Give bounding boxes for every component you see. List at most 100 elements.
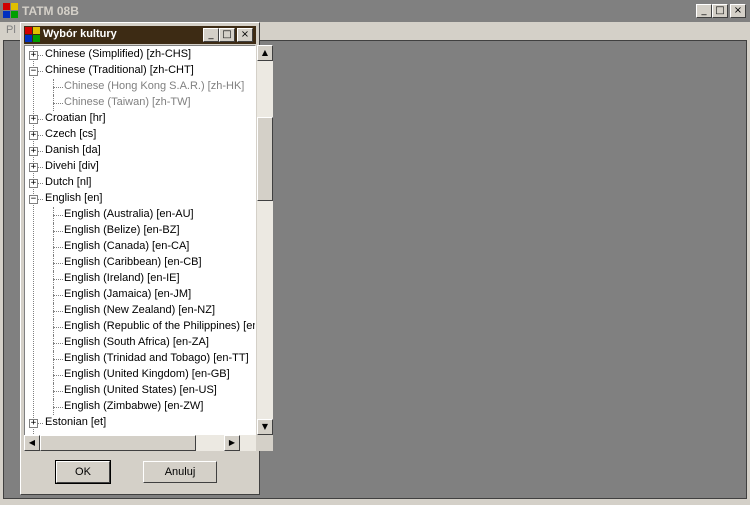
dialog-icon (25, 27, 41, 43)
tree-connector (53, 247, 63, 248)
expand-icon[interactable]: + (29, 163, 38, 172)
menu-item-first[interactable]: Pl (6, 24, 16, 36)
tree-connector (38, 135, 43, 136)
tree-item[interactable]: English (Zimbabwe) [en-ZW] (25, 399, 245, 415)
scroll-left-icon[interactable]: ◀ (24, 435, 40, 451)
tree-connector (53, 95, 54, 111)
expand-icon[interactable]: + (29, 131, 38, 140)
dialog-minimize-button[interactable]: _ (203, 28, 219, 42)
tree-item[interactable]: English (Caribbean) [en-CB] (25, 255, 245, 271)
tree-item[interactable]: + Dutch [nl] (25, 175, 245, 191)
tree-connector (53, 375, 63, 376)
tree-item[interactable]: English (United Kingdom) [en-GB] (25, 367, 245, 383)
tree-connector (53, 279, 63, 280)
tree-item-label: Estonian [et] (45, 416, 107, 428)
tree-connector (53, 103, 63, 104)
tree-item[interactable]: English (United States) [en-US] (25, 383, 245, 399)
collapse-icon[interactable]: − (29, 67, 38, 76)
tree-connector (53, 255, 54, 271)
tree-item-label: Croatian [hr] (45, 112, 106, 124)
main-window-titlebar[interactable]: TATM 08B _ □ × (0, 0, 750, 22)
expand-icon[interactable]: + (29, 51, 38, 60)
cancel-button[interactable]: Anuluj (143, 461, 217, 483)
tree-item[interactable]: English (Jamaica) [en-JM] (25, 287, 245, 303)
tree-connector (53, 87, 63, 88)
tree-connector (53, 223, 54, 239)
tree-item[interactable]: English (Australia) [en-AU] (25, 207, 245, 223)
tree-item-label: English (Zimbabwe) [en-ZW] (64, 400, 204, 412)
horizontal-scrollbar[interactable]: ◀ ▶ (24, 435, 256, 451)
tree-connector (53, 367, 54, 383)
tree-item-label: English (Ireland) [en-IE] (64, 272, 180, 284)
tree-item-label: English (Trinidad and Tobago) [en-TT] (64, 352, 249, 364)
tree-item-label: Chinese (Traditional) [zh-CHT] (45, 64, 194, 76)
tree-connector (53, 239, 54, 255)
minimize-button[interactable]: _ (696, 4, 712, 18)
scroll-up-icon[interactable]: ▲ (257, 45, 273, 61)
dialog-maximize-button[interactable]: □ (219, 28, 235, 42)
tree-connector (53, 263, 63, 264)
tree-item[interactable]: + Divehi [div] (25, 159, 245, 175)
scrollbar-corner: ▼ (257, 419, 273, 451)
close-button[interactable]: × (730, 4, 746, 18)
tree-connector (38, 119, 43, 120)
horizontal-scroll-thumb[interactable] (40, 435, 196, 451)
tree-connector (53, 359, 63, 360)
tree-item[interactable]: + Chinese (Simplified) [zh-CHS] (25, 47, 245, 63)
main-window-title: TATM 08B (22, 4, 79, 18)
tree-item[interactable]: English (Ireland) [en-IE] (25, 271, 245, 287)
scroll-right-icon[interactable]: ▶ (224, 435, 240, 451)
expand-icon[interactable]: + (29, 115, 38, 124)
tree-connector (53, 295, 63, 296)
tree-connector (53, 343, 63, 344)
maximize-button[interactable]: □ (712, 4, 728, 18)
dialog-titlebar[interactable]: Wybór kultury _ □ × (24, 26, 256, 44)
tree-item-label: English (United States) [en-US] (64, 384, 217, 396)
dialog-close-button[interactable]: × (237, 28, 253, 42)
vertical-scrollbar[interactable]: ▲ (257, 45, 273, 451)
tree-item[interactable]: English (Republic of the Philippines) [e… (25, 319, 255, 335)
tree-item[interactable]: + Danish [da] (25, 143, 245, 159)
tree-item[interactable]: Chinese (Hong Kong S.A.R.) [zh-HK] (25, 79, 245, 95)
tree-item-label: English (Republic of the Philippines) [e… (64, 320, 255, 332)
culture-tree[interactable]: + Chinese (Simplified) [zh-CHS] − Chinese (… (24, 45, 256, 451)
tree-connector (38, 151, 43, 152)
tree-item[interactable]: + Estonian [et] (25, 415, 245, 431)
tree-item[interactable]: + Croatian [hr] (25, 111, 245, 127)
tree-item-label: English (United Kingdom) [en-GB] (64, 368, 230, 380)
tree-connector (53, 303, 54, 319)
tree-item-label: Chinese (Simplified) [zh-CHS] (45, 48, 192, 60)
tree-connector (53, 351, 54, 367)
tree-item-label: Divehi [div] (45, 160, 99, 172)
tree-connector (53, 319, 54, 335)
tree-connector (53, 287, 54, 303)
tree-connector (53, 335, 54, 351)
ok-button[interactable]: OK (55, 460, 111, 484)
vertical-scroll-thumb[interactable] (257, 117, 273, 201)
tree-connector (53, 327, 63, 328)
tree-item-label: English (Australia) [en-AU] (64, 208, 194, 220)
tree-item-label: English (New Zealand) [en-NZ] (64, 304, 216, 316)
tree-item[interactable]: English (New Zealand) [en-NZ] (25, 303, 245, 319)
tree-item[interactable]: English (Canada) [en-CA] (25, 239, 245, 255)
expand-icon[interactable]: + (29, 419, 38, 428)
tree-item-label: Dutch [nl] (45, 176, 92, 188)
tree-item[interactable]: Chinese (Taiwan) [zh-TW] (25, 95, 245, 111)
tree-connector (53, 391, 63, 392)
app-icon (3, 3, 19, 19)
tree-item-label: Czech [cs] (45, 128, 97, 140)
tree-item[interactable]: + Czech [cs] (25, 127, 245, 143)
tree-item[interactable]: English (Trinidad and Tobago) [en-TT] (25, 351, 249, 367)
tree-connector (53, 215, 63, 216)
tree-item-label: English (Jamaica) [en-JM] (64, 288, 192, 300)
tree-item[interactable]: − English [en] (25, 191, 245, 207)
tree-connector (53, 407, 63, 408)
expand-icon[interactable]: + (29, 147, 38, 156)
tree-item[interactable]: − Chinese (Traditional) [zh-CHT] (25, 63, 245, 79)
scroll-down-icon[interactable]: ▼ (257, 419, 273, 435)
tree-item[interactable]: English (South Africa) [en-ZA] (25, 335, 245, 351)
tree-connector (38, 423, 43, 424)
tree-item[interactable]: English (Belize) [en-BZ] (25, 223, 245, 239)
expand-icon[interactable]: + (29, 179, 38, 188)
collapse-icon[interactable]: − (29, 195, 38, 204)
